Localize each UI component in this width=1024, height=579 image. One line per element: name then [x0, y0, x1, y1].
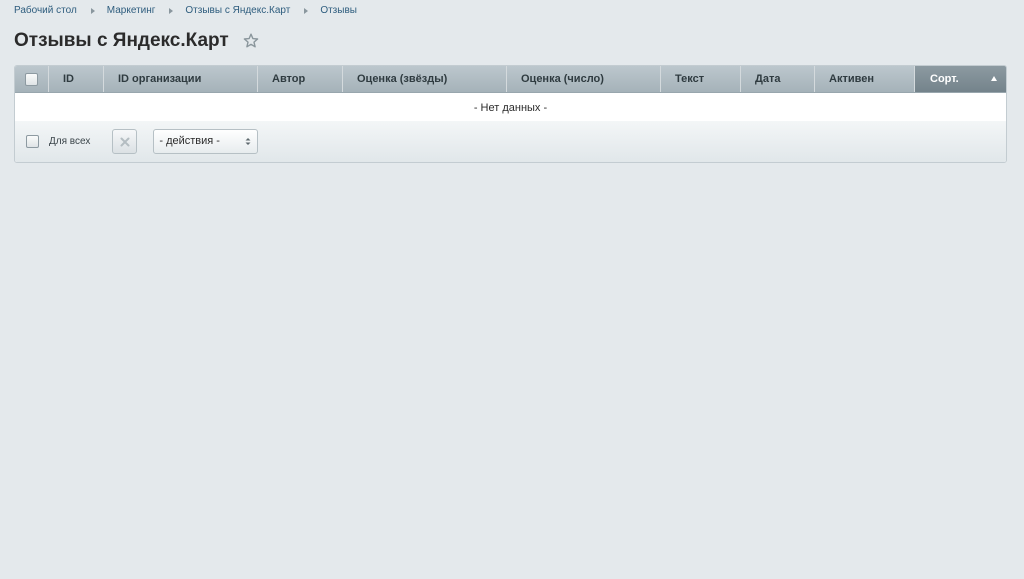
breadcrumb-item-marketing[interactable]: Маркетинг — [107, 5, 156, 16]
breadcrumb: Рабочий стол Маркетинг Отзывы с Яндекс.К… — [14, 5, 357, 16]
reviews-table: ID ID организации Автор Оценка (звёзды) … — [14, 65, 1007, 163]
column-header-sort[interactable]: Сорт. — [915, 66, 1006, 92]
delete-button[interactable] — [112, 129, 138, 154]
page: Рабочий стол Маркетинг Отзывы с Яндекс.К… — [0, 0, 1024, 579]
actions-select[interactable]: - действия - — [153, 129, 259, 154]
page-title: Отзывы с Яндекс.Карт — [14, 30, 229, 51]
breadcrumb-item-yandex-reviews[interactable]: Отзывы с Яндекс.Карт — [185, 5, 290, 16]
select-all-checkbox[interactable] — [25, 72, 38, 86]
select-arrows-icon — [245, 138, 251, 145]
column-header-sort-label: Сорт. — [930, 73, 959, 85]
column-header-active[interactable]: Активен — [815, 66, 915, 92]
breadcrumb-separator-icon — [90, 7, 95, 14]
column-header-text[interactable]: Текст — [661, 66, 741, 92]
column-header-author[interactable]: Автор — [258, 66, 343, 92]
table-footer: Для всех - действия - — [15, 121, 1006, 162]
breadcrumb-item-desktop[interactable]: Рабочий стол — [14, 5, 77, 16]
column-header-organization-id[interactable]: ID организации — [104, 66, 258, 92]
favorite-star-icon[interactable] — [243, 33, 259, 49]
header-select-all-cell — [15, 66, 49, 92]
for-all-checkbox[interactable] — [26, 135, 39, 148]
column-header-rating-stars[interactable]: Оценка (звёзды) — [343, 66, 507, 92]
column-header-rating-number[interactable]: Оценка (число) — [507, 66, 661, 92]
title-row: Отзывы с Яндекс.Карт — [14, 30, 259, 52]
breadcrumb-separator-icon — [304, 7, 309, 14]
sort-ascending-icon — [991, 76, 997, 81]
column-header-id[interactable]: ID — [49, 66, 104, 92]
close-icon — [120, 137, 130, 146]
column-header-date[interactable]: Дата — [741, 66, 815, 92]
empty-table-message: - Нет данных - — [15, 93, 1006, 124]
breadcrumb-separator-icon — [169, 7, 174, 14]
actions-select-value: - действия - — [159, 135, 220, 147]
table-header-row: ID ID организации Автор Оценка (звёзды) … — [15, 66, 1006, 93]
breadcrumb-item-reviews[interactable]: Отзывы — [320, 5, 357, 16]
for-all-label: Для всех — [49, 136, 91, 147]
